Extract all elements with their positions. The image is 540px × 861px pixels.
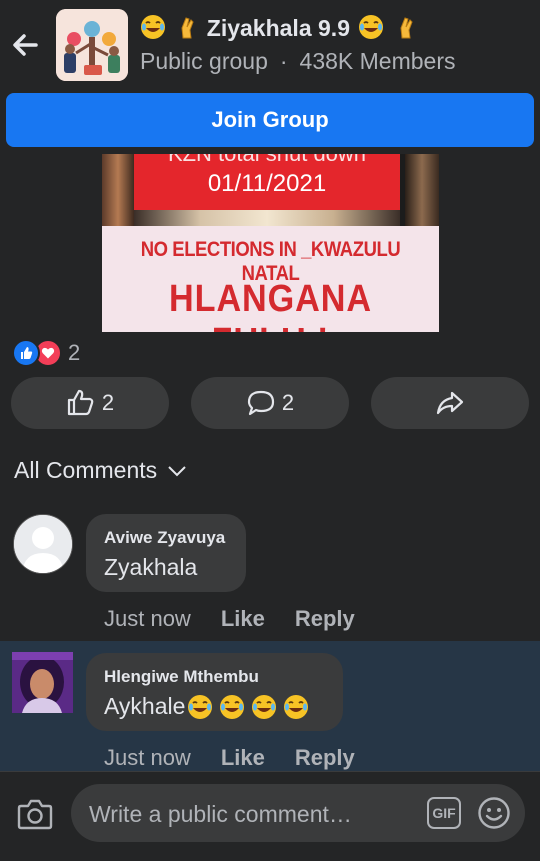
like-count: 2 <box>101 390 115 415</box>
comment-count: 2 <box>281 390 295 415</box>
default-avatar-icon <box>14 515 72 573</box>
group-meta: Public group · 438K Members <box>140 48 456 75</box>
join-group-button[interactable]: Join Group <box>6 93 534 147</box>
group-cover-illustration <box>56 9 128 81</box>
post-image[interactable]: KZN total shut down 01/11/2021 NO ELECTI… <box>102 154 439 332</box>
laughing-tears-emoji <box>284 694 309 719</box>
poster-photo-strip <box>134 210 400 226</box>
poster-date: 01/11/2021 <box>207 170 327 197</box>
comment-bubble-icon <box>247 390 274 416</box>
comment-text: Zyakhala <box>104 554 197 581</box>
group-privacy: Public group <box>140 48 268 74</box>
group-cover-thumbnail[interactable] <box>56 9 128 81</box>
poster-left-photo <box>102 154 134 226</box>
profile-photo <box>12 652 73 713</box>
camera-button[interactable] <box>17 797 53 831</box>
crossed-fingers-emoji <box>400 17 413 39</box>
reactions-summary[interactable]: 2 <box>12 339 81 367</box>
emoji-button[interactable] <box>477 796 511 830</box>
crossed-fingers-emoji <box>181 17 194 39</box>
poster-right-photo <box>405 154 439 226</box>
laughing-tears-emoji <box>252 694 277 719</box>
meta-separator: · <box>279 48 288 74</box>
comment-time: Just now <box>104 606 191 631</box>
avatar[interactable] <box>13 514 73 574</box>
like-reaction-icon <box>12 339 40 367</box>
poster-line2: HLANGANA ZULU ! <box>119 278 422 332</box>
poster-exclaim: ! <box>317 321 329 332</box>
comment-like-button[interactable]: Like <box>221 745 265 771</box>
share-arrow-icon <box>436 391 464 415</box>
comments-filter-dropdown[interactable]: All Comments <box>14 457 187 484</box>
gif-button[interactable]: GIF <box>427 797 461 829</box>
like-button[interactable]: 2 <box>11 377 169 429</box>
comment-author[interactable]: Hlengiwe Mthembu <box>104 667 259 687</box>
comment-reply-button[interactable]: Reply <box>295 606 355 632</box>
comment-time: Just now <box>104 745 191 770</box>
share-button[interactable] <box>371 377 529 429</box>
comment-button[interactable]: 2 <box>191 377 349 429</box>
poster-red-banner: KZN total shut down 01/11/2021 <box>134 154 400 210</box>
comments-filter-label: All Comments <box>14 457 158 483</box>
laughing-tears-emoji <box>141 15 165 39</box>
comment-input[interactable] <box>87 796 411 832</box>
group-members[interactable]: 438K Members <box>300 48 456 74</box>
poster-line2-text: HLANGANA ZULU <box>169 278 372 332</box>
comment-meta: Just now Like Reply <box>104 606 355 632</box>
comment-bubble: Aviwe Zyavuya Zyakhala <box>86 514 246 592</box>
reactions-count: 2 <box>68 340 81 365</box>
laughing-tears-emoji <box>188 694 213 719</box>
back-button[interactable] <box>10 30 40 60</box>
comment-like-button[interactable]: Like <box>221 606 265 632</box>
comment-text-content: Aykhale <box>104 693 186 719</box>
camera-icon <box>17 799 53 830</box>
smiley-icon <box>478 797 510 829</box>
comment-meta: Just now Like Reply <box>104 745 355 771</box>
comment-text: Aykhale <box>104 693 309 720</box>
group-name-text: Ziyakhala 9.9 <box>206 15 350 41</box>
laughing-tears-emoji <box>359 15 384 39</box>
poster-text-panel: NO ELECTIONS IN _KWAZULU NATAL HLANGANA … <box>102 226 439 332</box>
avatar[interactable] <box>12 652 73 713</box>
arrow-left-icon <box>13 34 38 56</box>
comment-reply-button[interactable]: Reply <box>295 745 355 771</box>
poster-top-partial: KZN total shut down <box>134 154 400 162</box>
gif-label: GIF <box>432 805 456 821</box>
comment-author[interactable]: Aviwe Zyavuya <box>104 528 225 548</box>
group-name[interactable]: Ziyakhala 9.9 <box>140 14 419 42</box>
laughing-tears-emoji <box>220 694 245 719</box>
join-group-label: Join Group <box>211 107 329 132</box>
comment-bubble: Hlengiwe Mthembu Aykhale <box>86 653 343 731</box>
comment-text-content: Zyakhala <box>104 554 198 580</box>
chevron-down-icon <box>168 465 186 476</box>
thumbs-up-icon <box>67 389 94 416</box>
